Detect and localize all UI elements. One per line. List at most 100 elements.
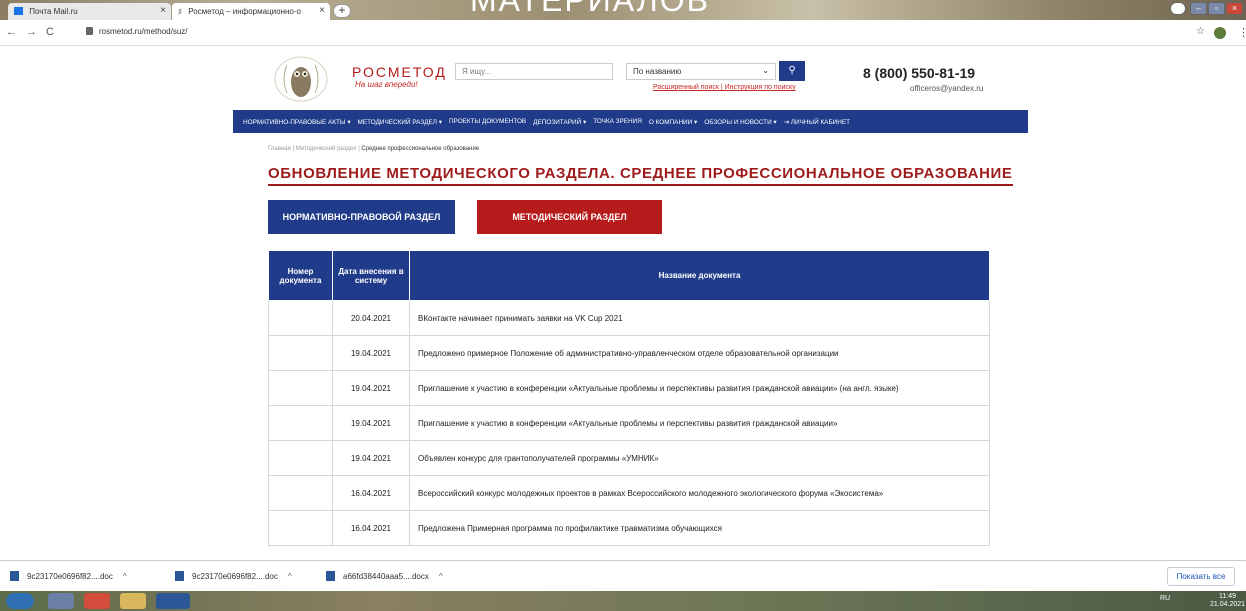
menu-item-point-of-view[interactable]: ТОЧКА ЗРЕНИЯ [593,118,642,125]
doc-number [268,300,333,336]
breadcrumb: Главная | Методический раздел | Среднее … [268,146,480,152]
main-menu: НОРМАТИВНО-ПРАВОВЫЕ АКТЫ ▾ МЕТОДИЧЕСКИЙ … [233,110,1028,133]
search-mode-select[interactable]: По названию ⌄ [626,63,776,80]
menu-item-news[interactable]: ОБЗОРЫ И НОВОСТИ ▾ [704,118,776,126]
breadcrumb-home[interactable]: Главная [268,146,291,152]
table-row[interactable]: 16.04.2021 Всероссийский конкурс молодежн… [268,475,990,511]
menu-item-draft-documents[interactable]: ПРОЕКТЫ ДОКУМЕНТОВ [449,118,526,125]
menu-item-about[interactable]: О КОМПАНИИ ▾ [649,118,697,126]
folder-icon[interactable] [120,593,146,609]
menu-item-depository[interactable]: ДЕПОЗИТАРИЙ ▾ [533,118,586,126]
owl-logo[interactable] [273,55,329,103]
doc-name[interactable]: ВКонтакте начинает принимать заявки на V… [409,300,990,336]
table-row[interactable]: 19.04.2021 Приглашение к участию в конфер… [268,370,990,406]
doc-name[interactable]: Всероссийский конкурс молодежных проекто… [409,475,990,511]
search-icon: ⚲ [788,65,796,76]
browser-tab-strip: МАТЕРИАЛОВ Почта Mail.ru × ♯ Росметод – … [0,0,1246,20]
doc-date: 19.04.2021 [332,335,410,371]
start-button[interactable] [6,593,34,609]
table-row[interactable]: 20.04.2021 ВКонтакте начинает принимать з… [268,300,990,336]
doc-number [268,510,333,546]
system-clock[interactable]: 11:49 21.04.2021 [1210,593,1245,609]
word-icon[interactable] [156,593,190,609]
close-window-button[interactable]: × [1226,2,1243,15]
close-tab-icon[interactable]: × [160,5,166,16]
profile-icon[interactable] [1170,2,1186,15]
doc-date: 19.04.2021 [332,370,410,406]
search-input[interactable]: Я ищу... [455,63,613,80]
page-title: ОБНОВЛЕНИЕ МЕТОДИЧЕСКОГО РАЗДЕЛА. СРЕДНЕ… [268,165,1013,186]
download-item[interactable]: 9c23170e0696f82....doc ^ [10,571,127,581]
doc-name[interactable]: Объявлен конкурс для грантополучателей п… [409,440,990,476]
extension-icon[interactable] [1214,27,1226,39]
col-doc-number: Номер документа [268,250,333,301]
chevron-down-icon: ⌄ [762,66,769,75]
word-doc-icon [10,571,19,581]
doc-name[interactable]: Приглашение к участию в конференции «Акт… [409,370,990,406]
normative-section-button[interactable]: НОРМАТИВНО-ПРАВОВОЙ РАЗДЕЛ [268,200,455,234]
documents-table: Номер документа Дата внесения в систему … [268,250,990,546]
advanced-search-links[interactable]: Расширенный поиск | Инструкция по поиску [653,84,796,91]
tab-mail[interactable]: Почта Mail.ru × [8,3,171,20]
doc-number [268,440,333,476]
chrome-icon[interactable] [84,593,110,609]
contact-email[interactable]: officeros@yandex.ru [910,84,983,93]
menu-item-account[interactable]: ⇥ ЛИЧНЫЙ КАБИНЕТ [784,118,850,126]
doc-date: 19.04.2021 [332,405,410,441]
doc-name[interactable]: Предложена Примерная программа по профил… [409,510,990,546]
search-button[interactable]: ⚲ [779,61,805,81]
back-icon[interactable]: ← [6,26,17,38]
taskbar-app-icon[interactable] [48,593,74,609]
show-all-downloads-button[interactable]: Показать все [1167,567,1235,586]
download-item[interactable]: 9c23170e0696f82....doc ^ [175,571,292,581]
phone-number[interactable]: 8 (800) 550-81-19 [863,65,975,81]
new-tab-button[interactable]: + [333,4,351,18]
doc-number [268,475,333,511]
col-date: Дата внесения в систему [332,250,410,301]
doc-date: 16.04.2021 [332,510,410,546]
doc-number [268,370,333,406]
table-row[interactable]: 19.04.2021 Приглашение к участию в конфер… [268,405,990,441]
doc-name[interactable]: Предложено примерное Положение об админи… [409,335,990,371]
url-field[interactable]: rosmetod.ru/method/suz/ [86,27,187,36]
table-row[interactable]: 19.04.2021 Предложено примерное Положение… [268,335,990,371]
tab-label: Росметод – информационно-о [188,7,301,16]
mail-icon [14,7,23,15]
doc-date: 20.04.2021 [332,300,410,336]
doc-number [268,405,333,441]
doc-name[interactable]: Приглашение к участию в конференции «Акт… [409,405,990,441]
address-bar: ← → C rosmetod.ru/method/suz/ ☆ ⋮ [0,20,1246,46]
word-doc-icon [175,571,184,581]
menu-item-normative-acts[interactable]: НОРМАТИВНО-ПРАВОВЫЕ АКТЫ ▾ [243,118,351,126]
language-indicator[interactable]: RU [1160,595,1170,602]
downloads-bar: 9c23170e0696f82....doc ^ 9c23170e0696f82.… [0,560,1246,591]
chevron-up-icon[interactable]: ^ [288,572,292,581]
browser-menu-icon[interactable]: ⋮ [1238,26,1246,39]
menu-item-methodical[interactable]: МЕТОДИЧЕСКИЙ РАЗДЕЛ ▾ [358,118,442,126]
reload-icon[interactable]: C [46,26,54,38]
minimize-button[interactable]: – [1190,2,1207,15]
forward-icon[interactable]: → [26,26,37,38]
close-tab-icon[interactable]: × [319,5,325,16]
methodical-section-button[interactable]: МЕТОДИЧЕСКИЙ РАЗДЕЛ [477,200,662,234]
table-row[interactable]: 16.04.2021 Предложена Примерная программа… [268,510,990,546]
download-item[interactable]: a66fd38440aaa5....docx ^ [326,571,443,581]
brand-slogan: На шаг впереди! [355,80,418,89]
breadcrumb-section[interactable]: Методический раздел [296,146,357,152]
table-header-row: Номер документа Дата внесения в систему … [268,250,990,301]
chevron-up-icon[interactable]: ^ [123,572,127,581]
breadcrumb-current: Среднее профессиональное образование [361,146,480,152]
tab-label: Почта Mail.ru [29,7,78,16]
maximize-button[interactable]: ▫ [1208,2,1225,15]
word-doc-icon [326,571,335,581]
chevron-up-icon[interactable]: ^ [439,572,443,581]
col-doc-name: Название документа [409,250,990,301]
brand-name[interactable]: РОСМЕТОД [352,64,447,80]
bookmark-star-icon[interactable]: ☆ [1196,26,1205,37]
tab-rosmetod[interactable]: ♯ Росметод – информационно-о × [172,3,330,20]
lock-icon [86,27,93,35]
taskbar: RU 11:49 21.04.2021 [0,591,1246,611]
doc-date: 16.04.2021 [332,475,410,511]
overlay-text: МАТЕРИАЛОВ [470,0,711,18]
table-row[interactable]: 19.04.2021 Объявлен конкурс для грантопол… [268,440,990,476]
